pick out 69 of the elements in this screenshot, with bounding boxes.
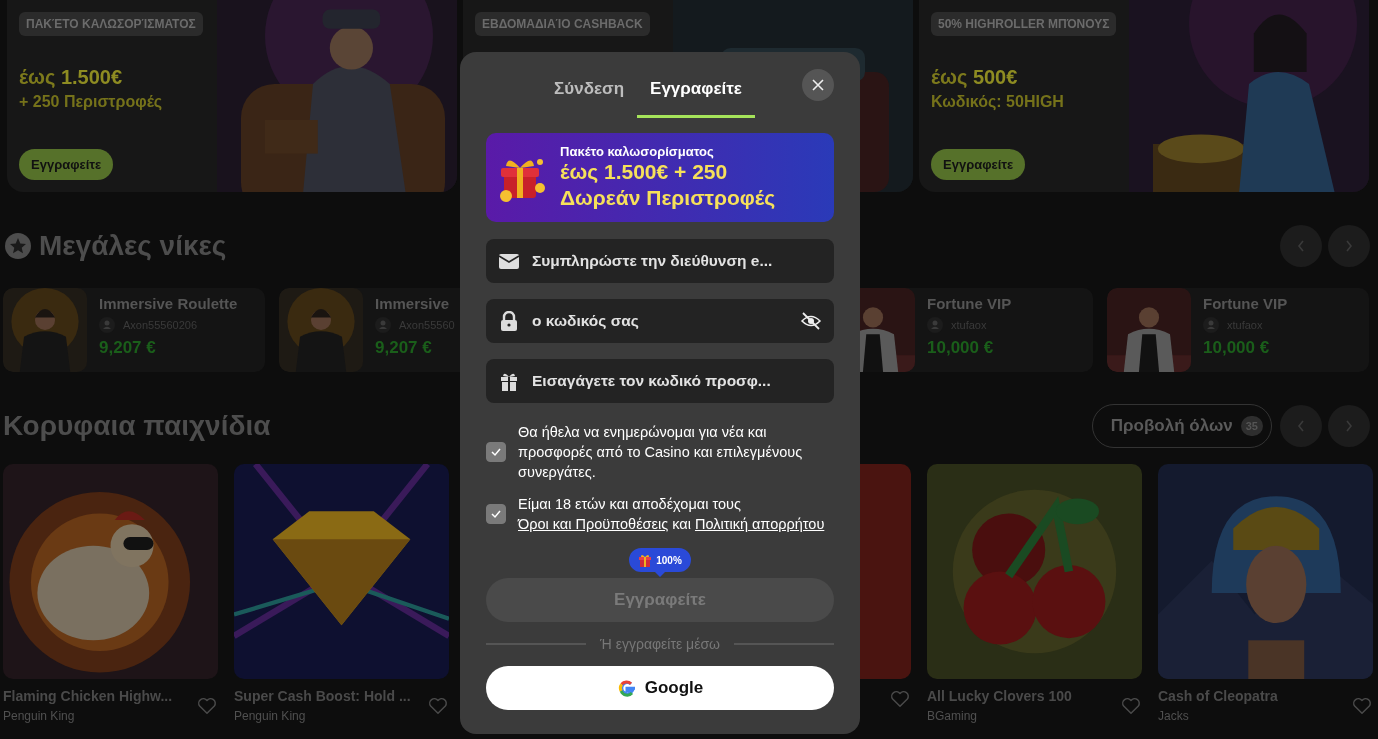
lock-icon [498, 311, 520, 331]
chevron-right-icon [1344, 418, 1354, 434]
password-field[interactable]: ο κωδικός σας [486, 299, 834, 343]
game-provider: Jacks [1158, 709, 1190, 723]
envelope-icon [498, 251, 520, 271]
promo-offer: έως 1.500€ + 250 [560, 159, 729, 185]
checkbox[interactable] [486, 442, 506, 462]
chevron-left-icon [1296, 418, 1306, 434]
next-button[interactable] [1328, 225, 1370, 267]
section-title: Μεγάλες νίκες [39, 230, 227, 262]
email-field[interactable]: Συμπληρώστε την διεύθυνση e... [486, 239, 834, 283]
win-amount: 9,207 € [375, 338, 433, 358]
game-name: Immersive Roulette [99, 295, 238, 312]
banner-headline: έως 500€ [931, 66, 1018, 89]
game-title[interactable]: Cash of Cleopatra [1158, 688, 1351, 704]
game-name: Fortune VIP [927, 295, 1012, 312]
person-icon [99, 317, 115, 333]
game-name: Fortune VIP [1203, 295, 1288, 312]
person-icon [375, 317, 391, 333]
gift-icon [638, 553, 653, 567]
promo-offer: Δωρεάν Περιστροφές [560, 185, 776, 211]
google-button[interactable]: Google [486, 666, 834, 710]
consent-text: Είμαι 18 ετών και αποδέχομαι τους Όροι και Προϋποθέσεις και Πολιτική απορρήτου [518, 495, 826, 534]
banner-tag: ΕΒΔΟΜΑΔΙΑΊΟ CASHBACK [475, 12, 650, 36]
win-amount: 10,000 € [927, 338, 995, 358]
game-provider: Penguin King [234, 709, 307, 723]
banner-tag: ΠΑΚΈΤΟ ΚΑΛΩΣΟΡΊΣΜΑΤΟΣ [19, 12, 203, 36]
next-button[interactable] [1328, 405, 1370, 447]
promo-banner[interactable]: ΠΑΚΈΤΟ ΚΑΛΩΣΟΡΊΣΜΑΤΟΣ έως 1.500€ + 250 Περιστροφές Εγγραφείτε [7, 0, 457, 192]
previous-button[interactable] [1280, 405, 1322, 447]
banner-subline: + 250 Περιστροφές [19, 93, 163, 111]
chevron-left-icon [1296, 238, 1306, 254]
banner-tag: 50% HIGHROLLER ΜΠΌΝΟΥΣ [931, 12, 1117, 36]
privacy-link[interactable]: Πολιτική απορρήτου [694, 516, 825, 532]
heart-icon[interactable] [889, 688, 911, 710]
game-provider: BGaming [927, 709, 979, 723]
tab[interactable]: Σύνδεση [541, 62, 638, 118]
chevron-right-icon [1344, 238, 1354, 254]
hidden-eye-icon[interactable] [800, 311, 822, 331]
checkbox[interactable] [486, 504, 506, 524]
game-title[interactable]: All Lucky Clovers 100 [927, 688, 1120, 704]
person-icon [1203, 317, 1219, 333]
win-amount: 10,000 € [1203, 338, 1271, 358]
game-title[interactable]: Super Cash Boost: Hold ... [234, 688, 427, 704]
game-provider: Penguin King [3, 709, 76, 723]
bonus-badge: 100% [629, 548, 691, 577]
promo-code-field[interactable]: Εισαγάγετε τον κωδικό προσφ... [486, 359, 834, 403]
section-title: Κορυφαια παιχνίδια [3, 410, 271, 442]
banner-headline: έως 1.500€ [19, 66, 123, 89]
close-icon [812, 79, 824, 91]
gift-icon [498, 371, 520, 391]
person-icon [927, 317, 943, 333]
game-title[interactable]: Flaming Chicken Highw... [3, 688, 196, 704]
tab[interactable]: Εγγραφείτε [637, 62, 755, 118]
signup-button[interactable]: Εγγραφείτε [19, 149, 114, 180]
win-amount: 9,207 € [99, 338, 157, 358]
google-logo [616, 678, 637, 698]
signup-button[interactable]: Εγγραφείτε [931, 149, 1026, 180]
promo-banner[interactable]: 50% HIGHROLLER ΜΠΌΝΟΥΣ έως 500€ Κωδικός: 50HIGH Εγγραφείτε [919, 0, 1369, 192]
game-name: Immersive [375, 295, 451, 312]
check-icon [490, 446, 502, 458]
previous-button[interactable] [1280, 225, 1322, 267]
divider-text: Ή εγγραφείτε μέσω [600, 636, 720, 652]
check-icon [490, 508, 502, 520]
promo-title: Πακέτο καλωσορίσματος [560, 144, 715, 159]
terms-link[interactable]: Όροι και Προϋποθέσεις [518, 516, 669, 532]
consent-text: Θα ήθελα να ενημερώνομαι για νέα και προσφορές από το Casino και επιλεγμένους συνεργάτες. [518, 423, 804, 482]
close-button[interactable] [802, 69, 834, 101]
banner-subline: Κωδικός: 50HIGH [931, 93, 1064, 111]
